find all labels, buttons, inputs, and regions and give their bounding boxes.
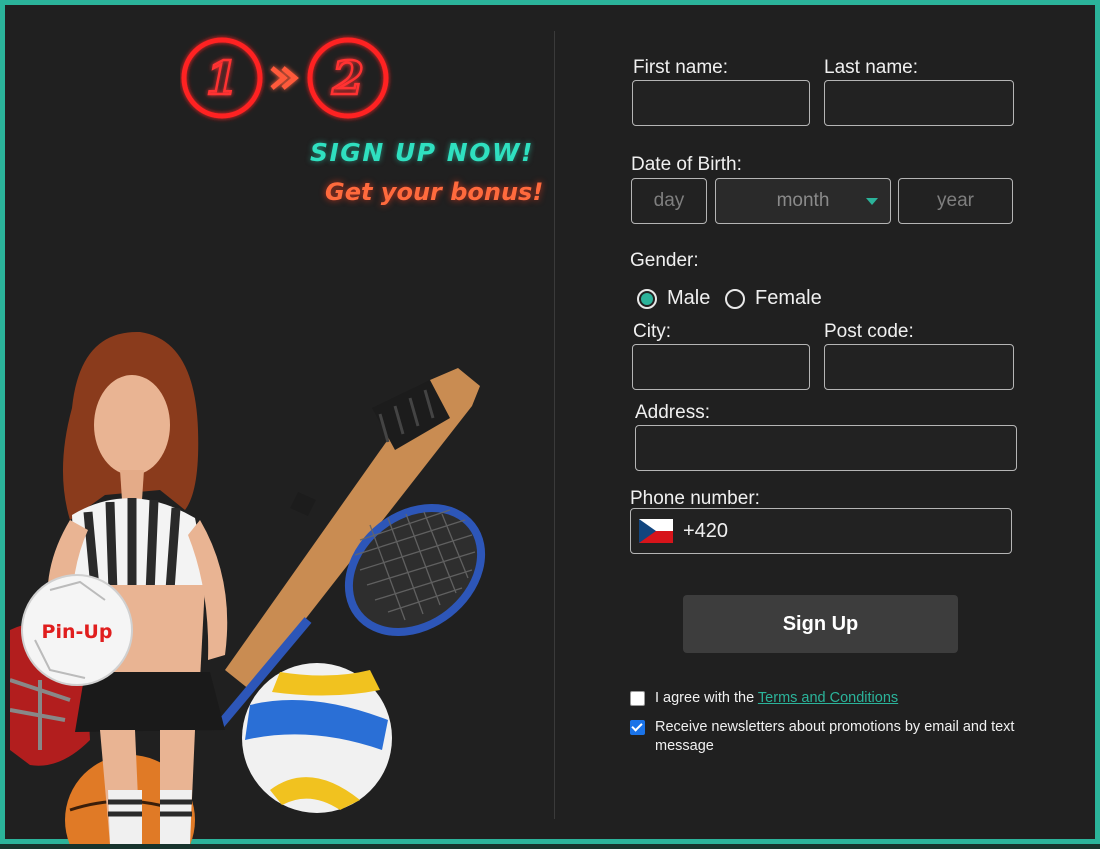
newsletter-text: Receive newsletters about promotions by … (655, 719, 1015, 754)
phone-label: Phone number: (630, 488, 760, 509)
signup-form: First name: Last name: Date of Birth: mo… (605, 5, 1065, 849)
arrow-right-icon (270, 66, 299, 90)
terms-link[interactable]: Terms and Conditions (758, 690, 898, 706)
newsletter-checkbox-row[interactable]: Receive newsletters about promotions by … (630, 718, 1020, 756)
first-name-input[interactable] (632, 80, 810, 126)
promo-subheadline: Get your bonus! (325, 178, 544, 206)
chevron-down-icon (866, 198, 878, 205)
radio-selected-icon (637, 288, 657, 309)
sports-illustration: Pin-Up (10, 331, 486, 844)
city-label: City: (633, 321, 671, 342)
step-one-number: 1 (206, 51, 238, 105)
soccer-ball-image: Pin-Up (21, 574, 133, 686)
terms-text: I agree with the Terms and Conditions (655, 689, 898, 708)
phone-field[interactable]: +420 (630, 508, 1012, 554)
step-two-badge: 2 (307, 37, 389, 119)
steps-graphic: 1 2 (181, 37, 389, 119)
post-code-input[interactable] (824, 344, 1014, 390)
gender-label: Gender: (630, 250, 699, 271)
address-label: Address: (635, 402, 710, 423)
gender-female-radio[interactable]: Female (725, 287, 822, 310)
sign-up-button[interactable]: Sign Up (683, 595, 958, 653)
gender-female-label: Female (755, 287, 822, 309)
newsletter-checkbox[interactable] (630, 720, 645, 735)
gender-male-radio[interactable]: Male (637, 287, 710, 310)
signup-modal: 1 2 SIGN UP NOW! Get your bonus! Pin-Up … (0, 0, 1100, 844)
czech-flag-icon[interactable] (639, 519, 673, 543)
gender-male-label: Male (667, 287, 711, 309)
phone-input-value: +420 (683, 519, 729, 542)
dob-day-input[interactable] (631, 178, 707, 224)
dob-year-input[interactable] (898, 178, 1013, 224)
step-one-badge: 1 (181, 37, 263, 119)
terms-prefix: I agree with the (655, 690, 758, 706)
volleyball-image (242, 663, 392, 813)
dob-month-select[interactable]: month (715, 178, 891, 224)
step-two-number: 2 (331, 51, 364, 105)
dob-label: Date of Birth: (631, 154, 742, 175)
first-name-label: First name: (633, 57, 729, 78)
post-code-label: Post code: (824, 321, 914, 342)
terms-checkbox-row[interactable]: I agree with the Terms and Conditions (630, 689, 1030, 708)
city-input[interactable] (632, 344, 810, 390)
promo-headline: SIGN UP NOW! (310, 138, 534, 167)
panel-divider (554, 31, 555, 819)
terms-checkbox[interactable] (630, 691, 645, 706)
dob-month-value: month (776, 190, 830, 211)
last-name-label: Last name: (824, 57, 918, 78)
radio-unselected-icon (725, 288, 745, 309)
ball-logo-text: Pin-Up (42, 621, 113, 643)
promo-panel: 1 2 SIGN UP NOW! Get your bonus! Pin-Up (10, 10, 550, 844)
address-input[interactable] (635, 425, 1017, 471)
last-name-input[interactable] (824, 80, 1014, 126)
